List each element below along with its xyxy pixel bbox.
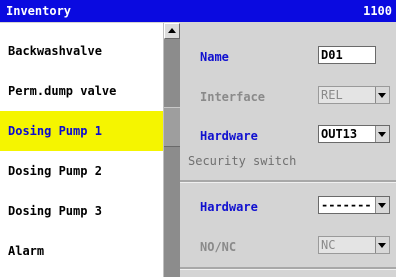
- nonc-value: NC: [321, 238, 336, 252]
- interface-label: Interface: [200, 90, 266, 104]
- bottom-divider: [180, 267, 396, 270]
- security-switch-heading: Security switch: [188, 154, 297, 168]
- interface-select: REL: [318, 86, 390, 104]
- screen-number: 1100: [363, 4, 392, 18]
- interface-value: REL: [321, 88, 343, 102]
- nonc-label: NO/NC: [200, 240, 237, 254]
- list-item-dosing-pump-2[interactable]: Dosing Pump 2: [0, 151, 163, 191]
- chevron-down-icon[interactable]: [375, 197, 389, 213]
- inventory-window: Inventory 1100 Backwashvalve Perm.dump v…: [0, 0, 396, 277]
- window-title: Inventory: [6, 4, 72, 18]
- nonc-select: NC: [318, 236, 390, 254]
- hardware-value: OUT13: [321, 127, 358, 141]
- hardware-label: Hardware: [200, 129, 258, 143]
- hardware-select[interactable]: OUT13: [318, 125, 390, 143]
- security-hardware-value: -------: [321, 198, 372, 212]
- chevron-down-icon: [375, 237, 389, 253]
- name-label: Name: [200, 50, 229, 64]
- list-item-dosing-pump-1[interactable]: Dosing Pump 1: [0, 111, 163, 151]
- scroll-up-icon[interactable]: [164, 23, 180, 39]
- title-bar: Inventory 1100: [0, 0, 396, 22]
- list-item-alarm[interactable]: Alarm: [0, 231, 163, 271]
- list-item-backwashvalve[interactable]: Backwashvalve: [0, 31, 163, 71]
- list-scrollbar[interactable]: [164, 23, 180, 277]
- list-item-perm-dump-valve[interactable]: Perm.dump valve: [0, 71, 163, 111]
- chevron-down-icon[interactable]: [375, 126, 389, 142]
- security-hardware-label: Hardware: [200, 200, 258, 214]
- name-field[interactable]: D01: [318, 46, 376, 64]
- section-divider: [180, 180, 396, 183]
- chevron-down-icon: [375, 87, 389, 103]
- scroll-thumb[interactable]: [164, 107, 180, 147]
- inventory-list[interactable]: Backwashvalve Perm.dump valve Dosing Pum…: [0, 23, 164, 277]
- security-hardware-select[interactable]: -------: [318, 196, 390, 214]
- list-item-dosing-pump-3[interactable]: Dosing Pump 3: [0, 191, 163, 231]
